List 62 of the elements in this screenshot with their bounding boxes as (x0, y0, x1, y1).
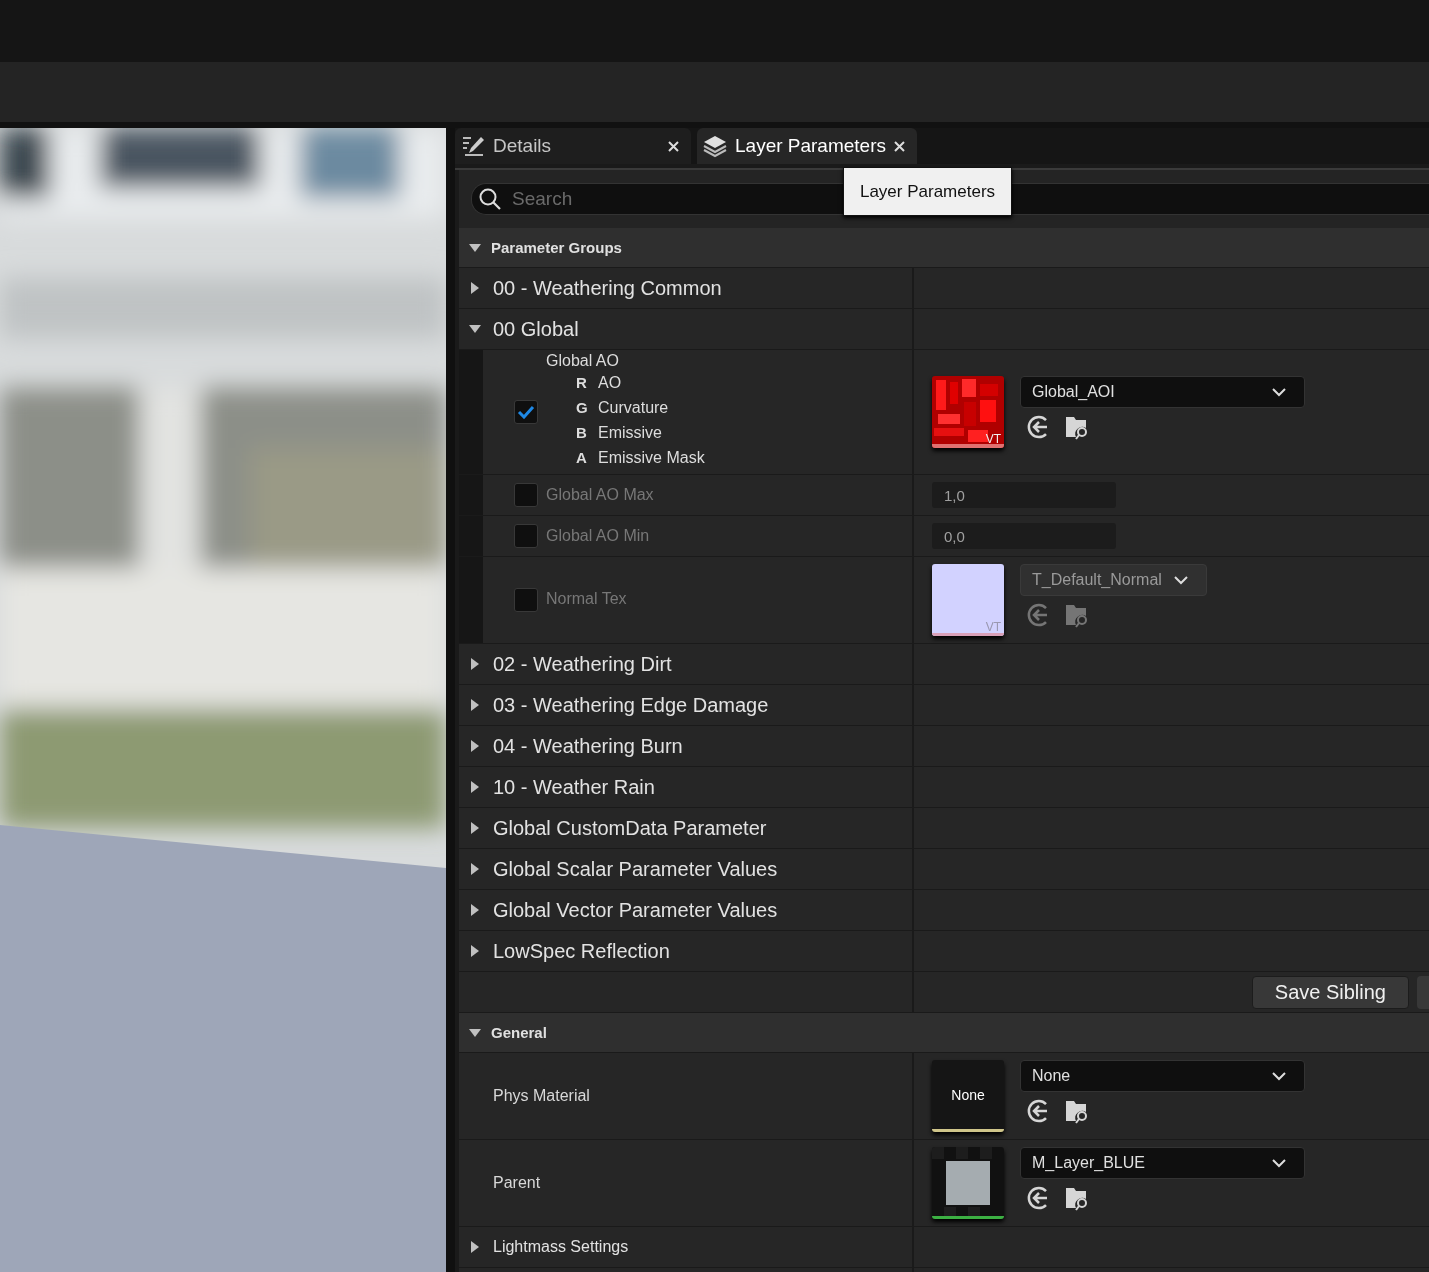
channel-name: Emissive (598, 423, 662, 442)
channel-name: Curvature (598, 398, 669, 417)
chevron-down-icon (1272, 387, 1286, 397)
empty-thumbnail[interactable]: None (932, 1060, 1004, 1132)
checkbox[interactable] (514, 588, 538, 612)
expand-arrow-icon[interactable] (469, 945, 481, 957)
search-icon (478, 187, 502, 211)
layers-icon (703, 134, 727, 158)
texture-thumbnail[interactable] (932, 564, 1004, 636)
parameter-label: Global AO Max (546, 486, 654, 504)
collapse-arrow-icon[interactable] (469, 241, 481, 254)
expand-arrow-icon[interactable] (469, 699, 481, 711)
browse-folder-icon[interactable] (1064, 414, 1090, 440)
channel-letter: R (576, 374, 586, 391)
parameter-label: Global AO Min (546, 527, 650, 545)
browse-folder-icon[interactable] (1064, 1098, 1090, 1124)
close-icon[interactable] (668, 140, 679, 152)
texture-thumbnail[interactable] (932, 376, 1004, 448)
expand-arrow-icon[interactable] (469, 740, 481, 752)
parameter-label: Normal Tex (546, 590, 627, 608)
pencil-icon (461, 134, 485, 158)
browse-folder-icon[interactable] (1064, 1185, 1090, 1211)
chevron-down-icon (1272, 1071, 1286, 1081)
checkmark-icon (517, 405, 535, 419)
section-header[interactable]: Parameter Groups (459, 228, 1429, 268)
close-icon[interactable] (894, 140, 905, 152)
checkbox[interactable] (514, 524, 538, 548)
asset-dropdown[interactable]: M_Layer_BLUE (1020, 1147, 1305, 1179)
property-label: Phys Material (492, 1087, 590, 1105)
vt-label: VT (985, 433, 1001, 445)
number-field[interactable]: 1,0 (932, 482, 1116, 508)
asset-dropdown[interactable]: None (1020, 1060, 1305, 1092)
panel-tab[interactable]: Layer Parameters (697, 128, 917, 164)
expand-arrow-icon[interactable] (469, 282, 481, 294)
channel-name: Emissive Mask (598, 448, 705, 467)
chevron-down-icon (1173, 575, 1188, 585)
channel-letter: G (576, 399, 586, 416)
checkbox[interactable] (514, 483, 538, 507)
property-label: Parent (492, 1174, 541, 1192)
asset-dropdown[interactable]: T_Default_Normal (1020, 564, 1207, 596)
number-field[interactable]: 0,0 (932, 523, 1116, 549)
expand-arrow-icon[interactable] (469, 781, 481, 793)
expand-arrow-icon[interactable] (469, 863, 481, 875)
channel-name: AO (598, 373, 622, 392)
section-header[interactable]: General (459, 1013, 1429, 1053)
asset-dropdown[interactable]: Global_AOI (1020, 376, 1305, 408)
collapse-arrow-icon[interactable] (469, 323, 481, 335)
channel-letter: B (576, 424, 586, 441)
expand-arrow-icon[interactable] (469, 658, 481, 670)
panel-tab[interactable]: Details (455, 128, 691, 164)
collapse-arrow-icon[interactable] (469, 1026, 481, 1039)
channel-letter: A (576, 449, 586, 466)
expand-arrow-icon[interactable] (469, 904, 481, 916)
vt-label: VT (985, 621, 1001, 633)
parameter-label: Global AO (546, 352, 620, 370)
expand-arrow-icon[interactable] (469, 822, 481, 834)
checkbox[interactable] (514, 400, 538, 424)
expand-arrow-icon[interactable] (469, 1241, 481, 1253)
tooltip: Layer Parameters (843, 167, 1012, 216)
save-sibling-button[interactable]: Save Sibling (1251, 975, 1409, 1009)
material-thumbnail[interactable] (932, 1147, 1004, 1219)
chevron-down-icon (1272, 1158, 1286, 1168)
